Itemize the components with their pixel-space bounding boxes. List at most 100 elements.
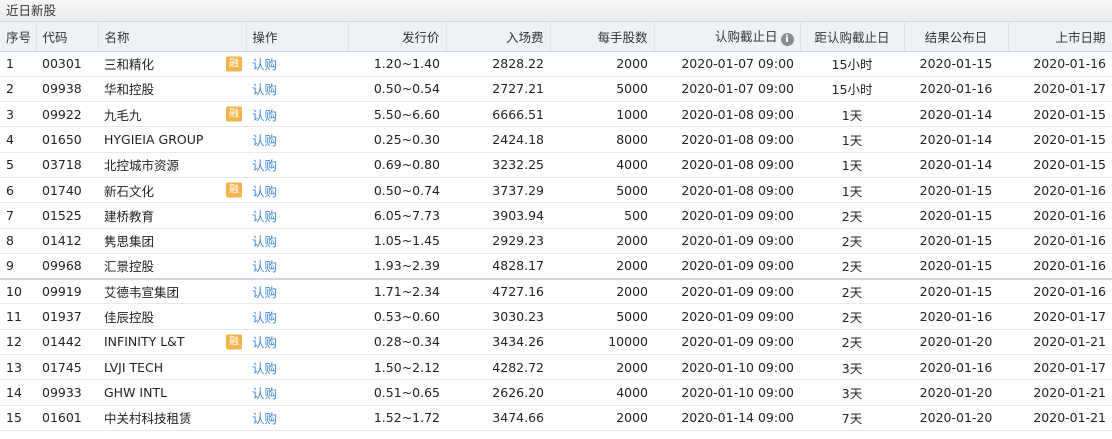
cell-deadline: 2020-01-08 09:00 bbox=[654, 101, 800, 128]
cell-price: 6.05~7.73 bbox=[348, 202, 446, 229]
cell-countdown: 7天 bbox=[800, 405, 904, 431]
col-index-header[interactable]: 序号 bbox=[0, 22, 37, 52]
name-wrap: 建桥教育 bbox=[104, 206, 240, 225]
subscribe-link[interactable]: 认购 bbox=[252, 209, 277, 224]
info-icon[interactable]: i bbox=[780, 33, 794, 47]
name-wrap: 艾德韦宣集团 bbox=[104, 282, 240, 301]
cell-listing-date: 2020-01-21 bbox=[1008, 329, 1112, 356]
cell-index: 12 bbox=[0, 329, 36, 356]
cell-index: 7 bbox=[0, 202, 36, 229]
cell-result-date: 2020-01-16 bbox=[904, 303, 1008, 330]
subscribe-link[interactable]: 认购 bbox=[252, 386, 277, 401]
cell-action: 认购 bbox=[246, 202, 348, 229]
stock-name: 隽思集团 bbox=[104, 234, 155, 250]
col-countdown-header[interactable]: 距认购截止日 bbox=[800, 22, 905, 52]
table-row[interactable]: 15 01601 中关村科技租赁 认购 1.52~1.72 3474.66 2000 2020… bbox=[0, 405, 1112, 431]
table-row[interactable]: 10 09919 艾德韦宣集团 认购 1.71~2.34 4727.16 2000 2020-… bbox=[0, 277, 1112, 305]
col-name-header[interactable]: 名称 bbox=[98, 22, 247, 52]
table-row[interactable]: 13 01745 LVJI TECH 认购 1.50~2.12 4282.72 2000 20… bbox=[0, 354, 1112, 381]
name-wrap: INFINITY L&T 融 bbox=[104, 334, 242, 350]
col-entry-fee-header[interactable]: 入场费 bbox=[446, 22, 551, 52]
subscribe-link[interactable]: 认购 bbox=[252, 82, 277, 97]
cell-listing-date: 2020-01-17 bbox=[1008, 354, 1112, 381]
table-row[interactable]: 9 09968 汇景控股 认购 1.93~2.39 4828.17 2000 2020-01-… bbox=[0, 253, 1112, 280]
table-row[interactable]: 12 01442 INFINITY L&T 融认购 0.28~0.34 3434.26 10… bbox=[0, 329, 1112, 356]
cell-lot-size: 2000 bbox=[550, 228, 654, 254]
table-row[interactable]: 11 01937 佳辰控股 认购 0.53~0.60 3030.23 5000 2020-01… bbox=[0, 303, 1112, 330]
col-deadline-label: 认购截止日 bbox=[714, 29, 778, 45]
name-wrap: 九毛九 融 bbox=[104, 105, 242, 124]
cell-listing-date: 2020-01-16 bbox=[1008, 228, 1112, 254]
subscribe-link[interactable]: 认购 bbox=[252, 234, 277, 249]
cell-name: 隽思集团 bbox=[98, 228, 246, 254]
window-title: 近日新股 bbox=[0, 0, 1112, 22]
subscribe-link[interactable]: 认购 bbox=[252, 361, 277, 376]
cell-name: 汇景控股 bbox=[98, 253, 246, 280]
subscribe-link[interactable]: 认购 bbox=[252, 310, 277, 325]
col-result-date-header[interactable]: 结果公布日 bbox=[904, 22, 1009, 52]
table-row[interactable]: 1 00301 三和精化融认购 1.20~1.40 2828.22 2000 2020-01… bbox=[0, 51, 1112, 77]
subscribe-link[interactable]: 认购 bbox=[252, 184, 277, 199]
cell-entry-fee: 2626.20 bbox=[446, 379, 550, 406]
subscribe-link[interactable]: 认购 bbox=[252, 57, 277, 72]
cell-code: 01745 bbox=[36, 354, 98, 381]
table-row[interactable]: 8 01412 隽思集团 认购 1.05~1.45 2929.23 2000 2020-01-… bbox=[0, 228, 1112, 254]
cell-price: 0.53~0.60 bbox=[348, 303, 446, 330]
cell-countdown: 1天 bbox=[800, 177, 904, 204]
name-wrap: 汇景控股 bbox=[104, 256, 240, 275]
col-code-header[interactable]: 代码 bbox=[36, 22, 99, 52]
cell-code: 09922 bbox=[36, 101, 98, 128]
col-deadline-header[interactable]: 认购截止日 i bbox=[654, 22, 801, 52]
table-row[interactable]: 6 01740 新石文化融认购 0.50~0.74 3737.29 5000 2020-01… bbox=[0, 177, 1112, 204]
subscribe-link[interactable]: 认购 bbox=[252, 285, 277, 300]
subscribe-link[interactable]: 认购 bbox=[252, 158, 277, 173]
subscribe-link[interactable]: 认购 bbox=[252, 259, 277, 274]
name-wrap: 三和精化 融 bbox=[104, 54, 242, 73]
cell-price: 1.20~1.40 bbox=[348, 51, 446, 77]
table-row[interactable]: 4 01650 HYGIEIA GROUP 认购 0.25~0.30 2424.18 800… bbox=[0, 126, 1112, 153]
cell-entry-fee: 6666.51 bbox=[446, 101, 550, 128]
subscribe-link[interactable]: 认购 bbox=[252, 411, 277, 426]
cell-action: 认购 bbox=[246, 152, 348, 178]
subscribe-link[interactable]: 认购 bbox=[252, 133, 277, 148]
subscribe-link[interactable]: 认购 bbox=[252, 335, 277, 350]
cell-listing-date: 2020-01-15 bbox=[1008, 101, 1112, 128]
cell-index: 1 bbox=[0, 51, 36, 77]
cell-name: 新石文化 融 bbox=[98, 177, 246, 204]
table-row[interactable]: 7 01525 建桥教育 认购 6.05~7.73 3903.94 500 2020-01-0… bbox=[0, 202, 1112, 229]
cell-deadline: 2020-01-09 09:00 bbox=[654, 303, 800, 330]
cell-deadline: 2020-01-07 09:00 bbox=[654, 76, 800, 103]
cell-deadline: 2020-01-08 09:00 bbox=[654, 177, 800, 204]
name-wrap: 佳辰控股 bbox=[104, 307, 240, 326]
table-row[interactable]: 14 09933 GHW INTL 认购 0.51~0.65 2626.20 4000 202… bbox=[0, 379, 1112, 406]
table-row[interactable]: 5 03718 北控城市资源 认购 0.69~0.80 3232.25 4000 2020-0… bbox=[0, 152, 1112, 178]
col-price-header[interactable]: 发行价 bbox=[348, 22, 447, 52]
table-row[interactable]: 2 09938 华和控股 认购 0.50~0.54 2727.21 5000 2020-01-… bbox=[0, 76, 1112, 103]
cell-index: 4 bbox=[0, 126, 36, 153]
cell-entry-fee: 2727.21 bbox=[446, 76, 550, 103]
cell-result-date: 2020-01-15 bbox=[904, 202, 1008, 229]
cell-listing-date: 2020-01-17 bbox=[1008, 76, 1112, 103]
cell-listing-date: 2020-01-15 bbox=[1008, 126, 1112, 153]
cell-index: 6 bbox=[0, 177, 36, 204]
cell-deadline: 2020-01-09 09:00 bbox=[654, 253, 800, 280]
col-listing-date-header[interactable]: 上市日期 bbox=[1008, 22, 1112, 52]
cell-listing-date: 2020-01-21 bbox=[1008, 405, 1112, 431]
cell-entry-fee: 3474.66 bbox=[446, 405, 550, 431]
subscribe-link[interactable]: 认购 bbox=[252, 108, 277, 123]
table-row[interactable]: 3 09922 九毛九融认购 5.50~6.60 6666.51 1000 2020-01-… bbox=[0, 101, 1112, 128]
cell-result-date: 2020-01-15 bbox=[904, 277, 1008, 305]
cell-name: LVJI TECH bbox=[98, 354, 246, 381]
cell-code: 09968 bbox=[36, 253, 98, 280]
cell-lot-size: 4000 bbox=[550, 379, 654, 406]
cell-deadline: 2020-01-10 09:00 bbox=[654, 379, 800, 406]
cell-countdown: 2天 bbox=[800, 202, 904, 229]
cell-listing-date: 2020-01-16 bbox=[1008, 277, 1112, 305]
stock-name: 佳辰控股 bbox=[104, 310, 155, 326]
stock-name: HYGIEIA GROUP bbox=[104, 132, 204, 148]
stock-name: 三和精化 bbox=[104, 57, 155, 73]
cell-name: INFINITY L&T 融 bbox=[98, 329, 246, 356]
cell-price: 1.05~1.45 bbox=[348, 228, 446, 254]
col-lot-size-header[interactable]: 每手股数 bbox=[550, 22, 655, 52]
cell-deadline: 2020-01-07 09:00 bbox=[654, 51, 800, 77]
